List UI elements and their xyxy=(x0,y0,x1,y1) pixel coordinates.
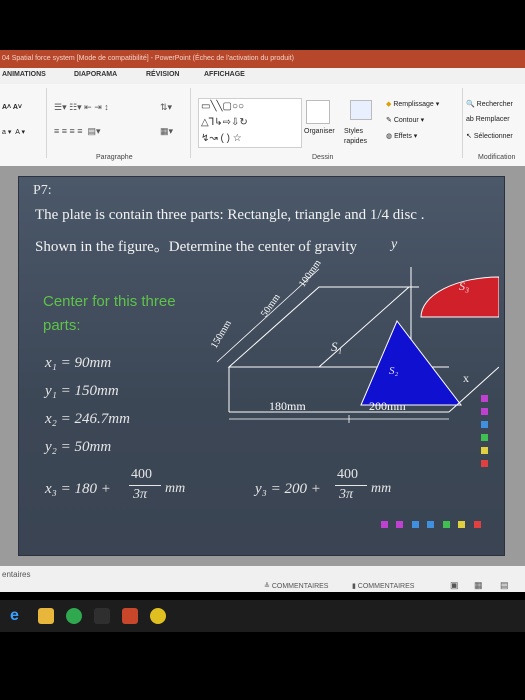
window-title-bar: 04 Spatial force system [Mode de compati… xyxy=(0,50,525,68)
dimension-180: 180mm xyxy=(269,399,306,413)
animation-marker[interactable] xyxy=(442,521,450,528)
animation-marker[interactable] xyxy=(381,521,388,528)
label-s1: S₁ xyxy=(331,339,343,354)
equation-x3-denominator: 3π xyxy=(133,487,148,502)
quick-styles-icon[interactable] xyxy=(350,100,372,120)
group-label-dessin: Dessin xyxy=(312,154,334,161)
equation-x3-numerator: 400 xyxy=(131,467,152,482)
powerpoint-icon[interactable] xyxy=(122,608,138,624)
equation-y2: y₂ = 50mm xyxy=(45,439,112,455)
file-explorer-icon[interactable] xyxy=(38,608,54,624)
organiser-button[interactable]: Organiser xyxy=(304,128,335,135)
ribbon-tab-bar: ANIMATIONS DIAPORAMA RÉVISION AFFICHAGE xyxy=(0,68,525,85)
animation-marker[interactable] xyxy=(481,395,488,402)
edge-browser-icon[interactable]: e xyxy=(10,608,26,624)
equation-x2: x₂ = 246.7mm xyxy=(45,411,130,427)
equation-x3-unit: mm xyxy=(165,481,186,496)
animation-marker[interactable] xyxy=(427,521,435,528)
label-s3: S₃ xyxy=(459,279,470,293)
slide-sorter-icon[interactable]: ▦ xyxy=(474,580,483,591)
slide-number: P7: xyxy=(33,183,52,198)
ribbon: A˄ A˅ a ▾ A ▾ ☰▾ ☷▾ ⇤ ⇥ ↕ ≡ ≡ ≡ ≡ ▤▾ ⇅▾ … xyxy=(0,84,525,166)
tab-affichage[interactable]: AFFICHAGE xyxy=(204,71,245,78)
taskbar: e xyxy=(0,600,525,632)
animation-marker[interactable] xyxy=(481,447,488,454)
bullets-icon[interactable]: ☰▾ ☷▾ ⇤ ⇥ ↕ xyxy=(54,102,109,113)
figure-x-label: x xyxy=(463,371,469,385)
comments-button-1[interactable]: ≜ COMMENTAIRES xyxy=(264,582,328,590)
figure-y-label: y xyxy=(391,237,398,252)
equation-y3-numerator: 400 xyxy=(337,467,358,482)
x-axis-line xyxy=(448,366,499,413)
comments-button-2[interactable]: ▮ COMMENTAIRES xyxy=(352,582,414,590)
status-notes-label: entaires xyxy=(2,570,31,579)
animation-marker[interactable] xyxy=(481,460,488,467)
slide-canvas[interactable]: P7: The plate is contain three parts: Re… xyxy=(18,176,505,556)
problem-line-1: The plate is contain three parts: Rectan… xyxy=(35,207,425,223)
animation-markers-column xyxy=(481,395,489,495)
group-label-modification: Modification xyxy=(478,154,516,161)
store-icon[interactable] xyxy=(66,608,82,624)
group-label-paragraphe: Paragraphe xyxy=(96,154,133,161)
tab-revision[interactable]: RÉVISION xyxy=(146,71,179,78)
styles-button[interactable]: Styles xyxy=(344,128,363,135)
equation-x3-prefix: x₃ = 180 + xyxy=(45,481,111,497)
font-color-icon[interactable]: a ▾ A ▾ xyxy=(2,128,25,136)
styles-rapides-label: rapides xyxy=(344,138,367,145)
arrange-icon[interactable] xyxy=(306,100,330,124)
equation-x1: x₁ = 90mm xyxy=(45,355,112,371)
animation-marker[interactable] xyxy=(396,521,404,528)
status-bar: entaires ≜ COMMENTAIRES ▮ COMMENTAIRES ▣… xyxy=(0,566,525,592)
font-size-increase-icon[interactable]: A˄ A˅ xyxy=(2,104,22,111)
animation-marker[interactable] xyxy=(481,408,488,415)
dimension-200: 200mm xyxy=(369,399,406,413)
animation-marker[interactable] xyxy=(473,521,481,528)
label-s2: S₂ xyxy=(389,365,399,377)
equation-y3-fraction-bar xyxy=(335,485,367,486)
tab-animations[interactable]: ANIMATIONS xyxy=(2,71,46,78)
text-direction-icon[interactable]: ⇅▾ xyxy=(160,102,172,113)
shape-effects-button[interactable]: ◍ Effets ▾ xyxy=(386,132,417,140)
tab-diaporama[interactable]: DIAPORAMA xyxy=(74,71,117,78)
animation-marker[interactable] xyxy=(481,434,488,441)
taskbar-app-icon[interactable] xyxy=(94,608,110,624)
animation-marker[interactable] xyxy=(481,421,488,428)
equation-x3-fraction-bar xyxy=(129,485,161,486)
smartart-icon[interactable]: ▦▾ xyxy=(160,126,173,137)
shape-fill-button[interactable]: ◆ Remplissage ▾ xyxy=(386,100,439,108)
animation-marker[interactable] xyxy=(458,521,466,528)
equation-y3-unit: mm xyxy=(371,481,392,496)
equation-y3-prefix: y₃ = 200 + xyxy=(255,481,321,497)
animation-markers-row xyxy=(381,515,491,528)
plate-figure xyxy=(216,267,499,423)
center-heading-1: Center for this three xyxy=(43,293,176,310)
chrome-icon[interactable] xyxy=(150,608,166,624)
align-icon[interactable]: ≡ ≡ ≡ ≡ ▤▾ xyxy=(54,126,101,137)
equation-y3-denominator: 3π xyxy=(339,487,354,502)
center-heading-2: parts: xyxy=(43,317,81,334)
normal-view-icon[interactable]: ▣ xyxy=(450,580,459,591)
shape-outline-button[interactable]: ✎ Contour ▾ xyxy=(386,116,424,124)
reading-view-icon[interactable]: ▤ xyxy=(500,580,509,591)
shapes-gallery[interactable]: ▭╲╲▢○○ △⅂↳⇨⇩↻ ↯↝ ( ) ☆ xyxy=(198,98,302,148)
animation-marker[interactable] xyxy=(411,521,419,528)
equation-y1: y₁ = 150mm xyxy=(45,383,119,399)
select-button[interactable]: ↖ Sélectionner xyxy=(466,132,513,140)
window-title: 04 Spatial force system [Mode de compati… xyxy=(2,55,294,62)
find-button[interactable]: 🔍 Rechercher xyxy=(466,100,513,108)
replace-button[interactable]: ab Remplacer xyxy=(466,116,510,123)
